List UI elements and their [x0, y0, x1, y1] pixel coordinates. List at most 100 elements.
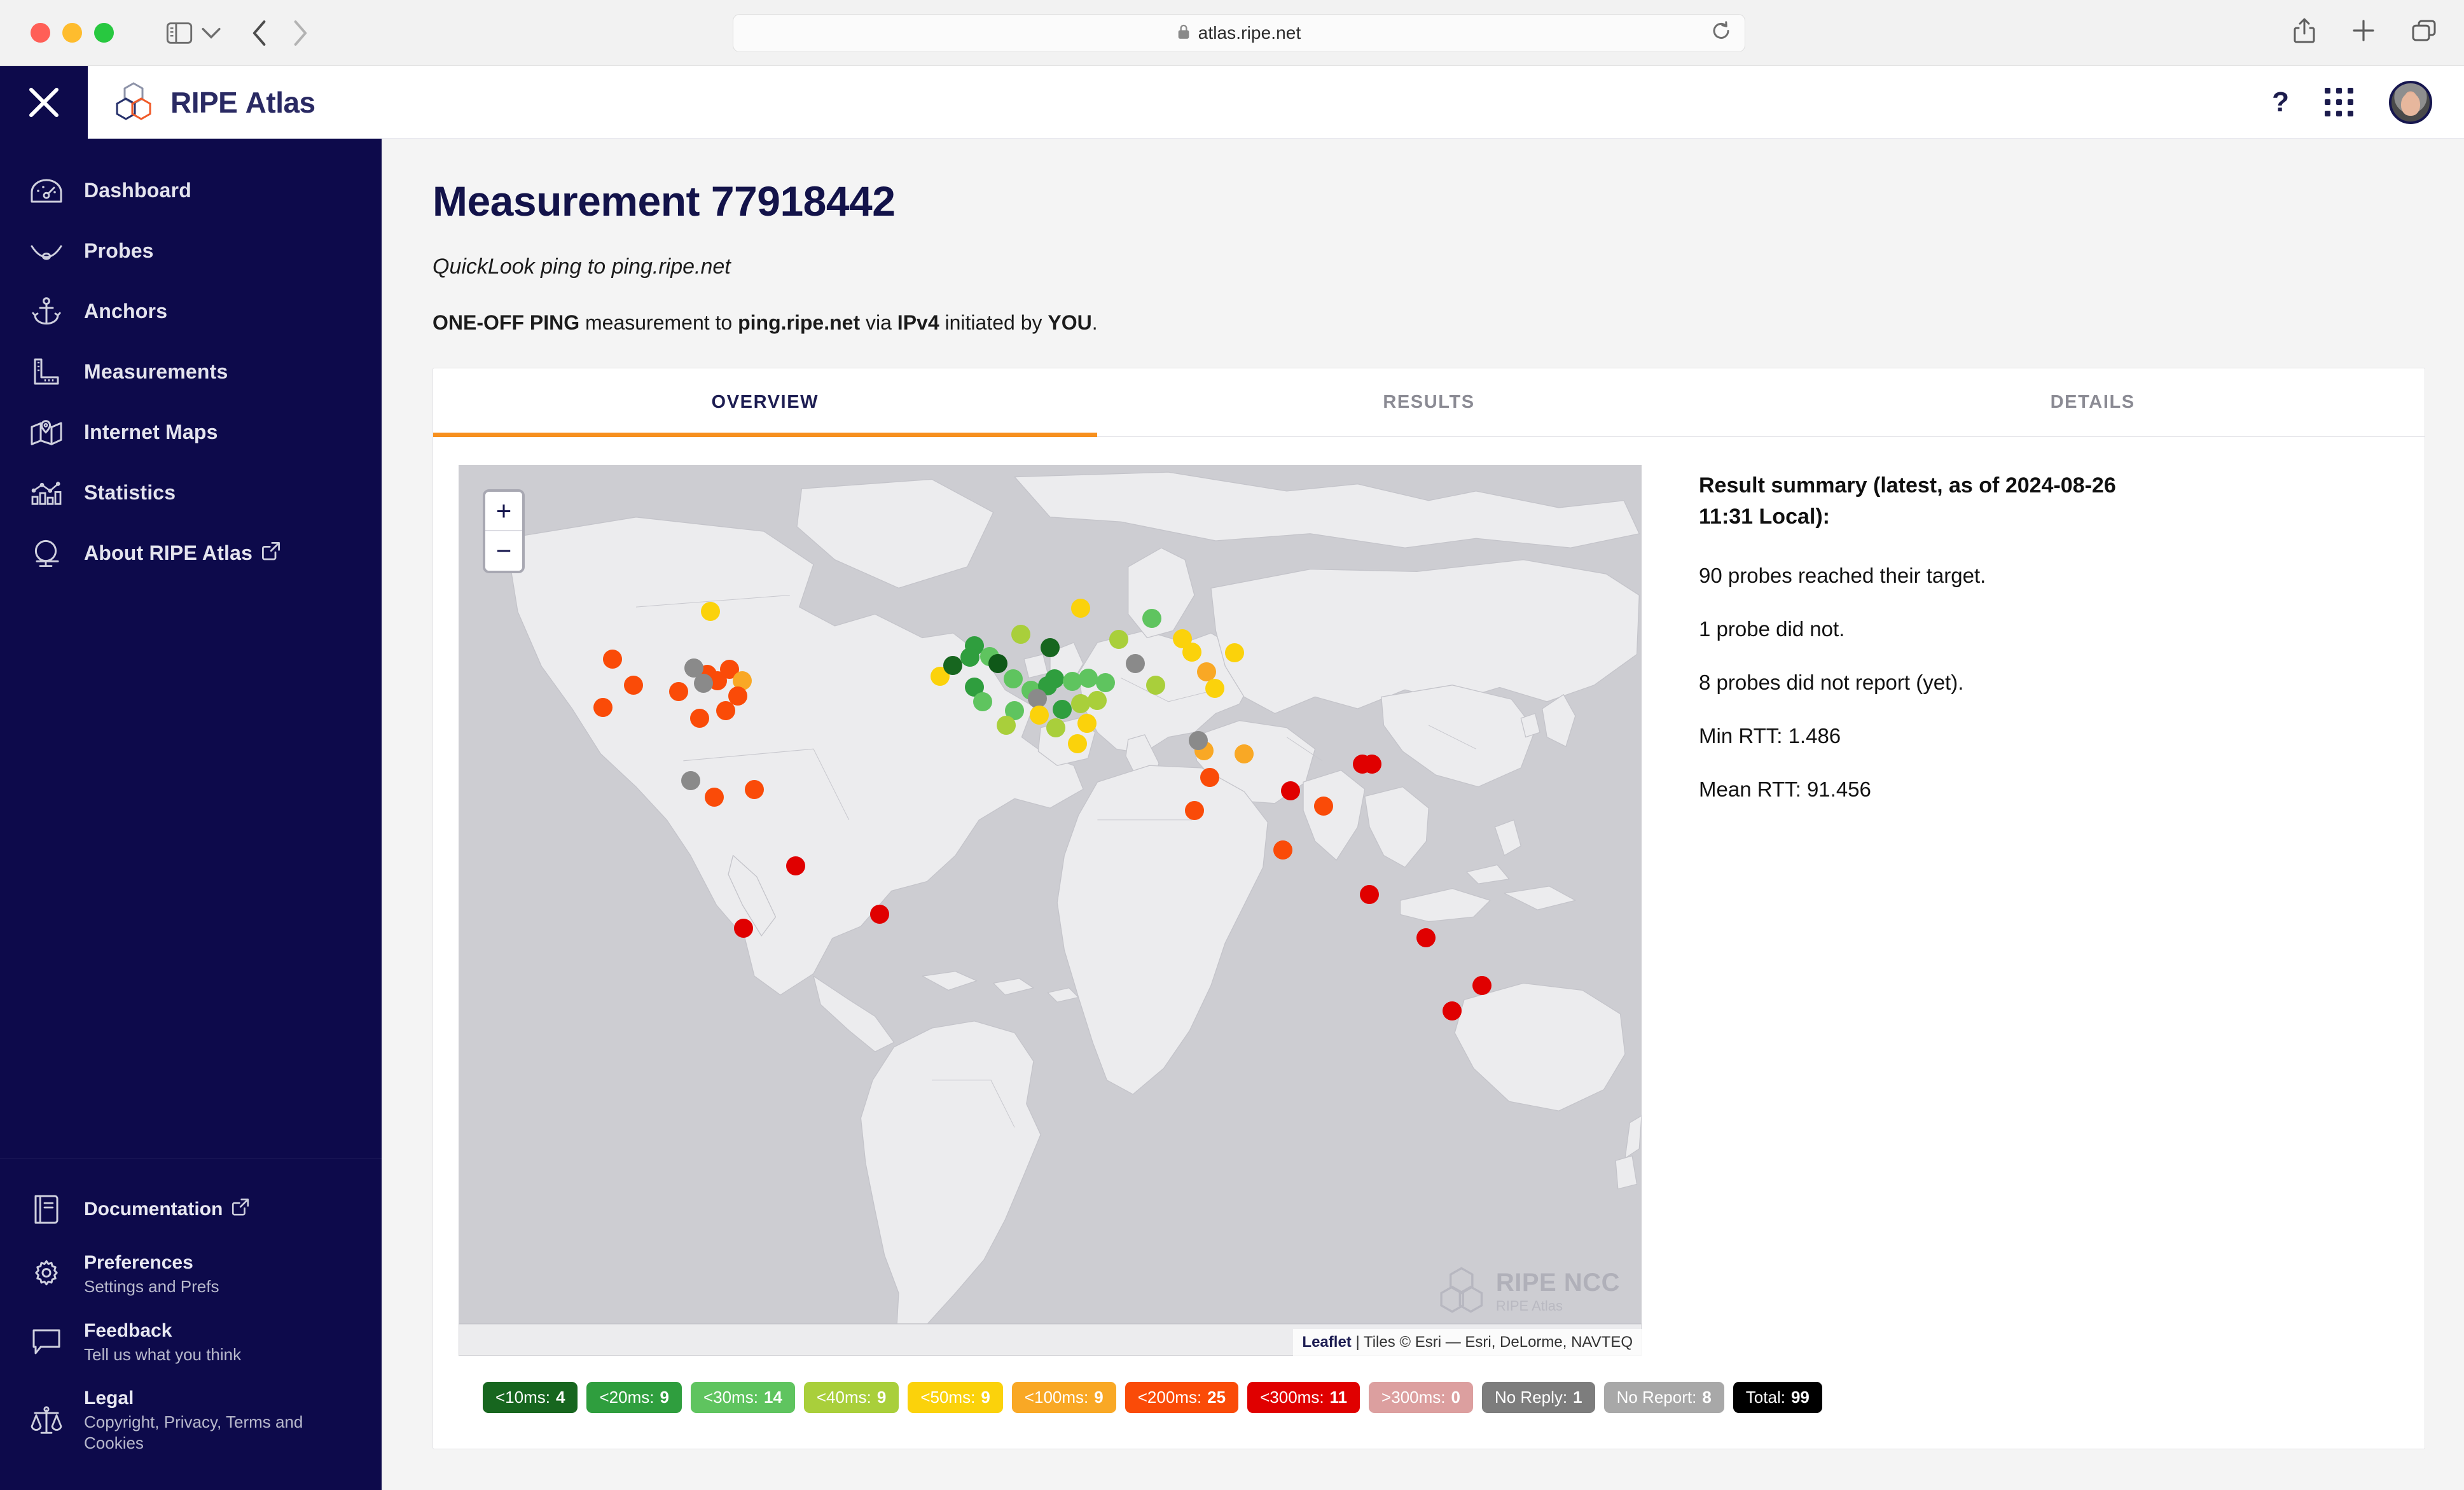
browser-forward-icon[interactable]	[292, 20, 308, 46]
plus-icon[interactable]	[2352, 19, 2375, 42]
probe-marker[interactable]	[694, 674, 714, 693]
legend-badge[interactable]: <50ms: 9	[908, 1382, 1003, 1413]
probe-marker[interactable]	[624, 675, 644, 695]
probe-marker[interactable]	[1109, 630, 1128, 650]
probe-marker[interactable]	[1004, 669, 1023, 688]
probe-marker[interactable]	[997, 715, 1016, 735]
sidebar-item-anchors[interactable]: Anchors	[0, 281, 382, 342]
probe-marker[interactable]	[668, 681, 688, 701]
probe-marker[interactable]	[988, 654, 1008, 674]
sidebar-item-dashboard[interactable]: Dashboard	[0, 160, 382, 221]
probe-marker[interactable]	[1011, 625, 1030, 644]
probe-marker[interactable]	[1041, 638, 1060, 657]
probe-marker[interactable]	[716, 701, 736, 721]
sidebar-item-internet-maps[interactable]: Internet Maps	[0, 402, 382, 463]
sidebar-item-legal[interactable]: Legal Copyright, Privacy, Terms and Cook…	[0, 1376, 382, 1465]
probe-marker[interactable]	[1188, 730, 1208, 750]
map-zoom-in-button[interactable]: +	[485, 492, 522, 531]
probe-marker[interactable]	[602, 650, 622, 669]
probe-marker[interactable]	[681, 770, 700, 790]
probe-marker[interactable]	[1142, 608, 1161, 628]
probe-marker[interactable]	[1046, 718, 1066, 737]
probe-marker[interactable]	[1078, 668, 1098, 688]
probe-marker[interactable]	[1280, 781, 1300, 801]
legend-badge[interactable]: <200ms: 25	[1125, 1382, 1239, 1413]
probe-marker[interactable]	[1184, 801, 1204, 821]
sidebar-item-preferences[interactable]: Preferences Settings and Prefs	[0, 1241, 382, 1309]
legend-badge[interactable]: <10ms: 4	[483, 1382, 578, 1413]
legend-badge[interactable]: >300ms: 0	[1369, 1382, 1473, 1413]
sidebar-toggle-icon[interactable]	[166, 22, 193, 44]
tab-results[interactable]: RESULTS	[1097, 368, 1761, 436]
legend-badge[interactable]: <300ms: 11	[1247, 1382, 1360, 1413]
probe-marker[interactable]	[1077, 714, 1097, 733]
probe-marker[interactable]	[704, 788, 724, 807]
probe-marker[interactable]	[690, 708, 710, 728]
probe-marker[interactable]	[745, 779, 764, 799]
map-zoom-out-button[interactable]: −	[485, 531, 522, 571]
probe-marker[interactable]	[593, 697, 613, 717]
sidebar-item-measurements[interactable]: Measurements	[0, 342, 382, 402]
user-avatar[interactable]	[2389, 80, 2432, 124]
sidebar-item-documentation[interactable]: Documentation	[0, 1178, 382, 1241]
maximize-window-button[interactable]	[94, 23, 114, 43]
legend-badge[interactable]: Total: 99	[1733, 1382, 1822, 1413]
probe-marker[interactable]	[1200, 768, 1220, 788]
probe-marker[interactable]	[1030, 706, 1049, 725]
grid-apps-icon[interactable]	[2325, 88, 2353, 116]
probe-marker[interactable]	[786, 856, 806, 875]
probe-marker[interactable]	[1173, 629, 1193, 648]
probe-marker[interactable]	[1052, 699, 1072, 719]
probe-marker[interactable]	[1027, 688, 1047, 708]
tabs-overview-icon[interactable]	[2412, 20, 2436, 41]
ripe-atlas-logo[interactable]: RIPE Atlas	[114, 81, 315, 123]
sidebar-item-about-ripe-atlas[interactable]: About RIPE Atlas	[0, 523, 382, 583]
sidebar-item-probes[interactable]: Probes	[0, 221, 382, 281]
probe-marker[interactable]	[972, 692, 992, 712]
probe-marker[interactable]	[960, 648, 979, 667]
probe-marker[interactable]	[1443, 1001, 1462, 1021]
probe-marker[interactable]	[1416, 928, 1436, 948]
probe-marker[interactable]	[1205, 679, 1224, 699]
probe-marker[interactable]	[870, 904, 890, 924]
sidebar-item-statistics[interactable]: Statistics	[0, 463, 382, 523]
legend-badge[interactable]: No Report: 8	[1603, 1382, 1724, 1413]
watermark-subtitle: RIPE Atlas	[1495, 1298, 1563, 1314]
probe-marker[interactable]	[1145, 675, 1165, 695]
legend-badge[interactable]: <40ms: 9	[803, 1382, 899, 1413]
probe-marker[interactable]	[1273, 840, 1293, 860]
chevron-down-icon[interactable]	[202, 27, 221, 39]
help-icon[interactable]: ?	[2272, 87, 2289, 118]
probe-marker[interactable]	[1125, 654, 1145, 674]
share-icon[interactable]	[2294, 18, 2315, 43]
tab-overview[interactable]: OVERVIEW	[433, 368, 1097, 437]
legend-badge[interactable]: <20ms: 9	[586, 1382, 682, 1413]
legend-badge[interactable]: <30ms: 14	[690, 1382, 795, 1413]
probe-marker[interactable]	[1235, 744, 1254, 763]
probe-marker[interactable]	[1472, 975, 1492, 995]
probe-marker[interactable]	[1088, 690, 1107, 710]
tab-details[interactable]: DETAILS	[1761, 368, 2425, 436]
probe-marker[interactable]	[1362, 755, 1381, 774]
probe-marker[interactable]	[1096, 672, 1116, 692]
probe-marker[interactable]	[701, 601, 721, 621]
probe-marker[interactable]	[1067, 734, 1087, 754]
sidebar-item-feedback[interactable]: Feedback Tell us what you think	[0, 1309, 382, 1377]
probe-marker[interactable]	[1225, 643, 1245, 663]
probe-world-map[interactable]: + − RIPE NCC RIPE Atlas Leaflet | Tiles …	[459, 465, 1642, 1356]
sidebar-close-button[interactable]	[0, 66, 88, 139]
probe-marker[interactable]	[1313, 797, 1333, 816]
probe-marker[interactable]	[1360, 884, 1380, 904]
leaflet-link[interactable]: Leaflet	[1302, 1333, 1351, 1351]
probe-marker[interactable]	[1071, 694, 1091, 714]
probe-marker[interactable]	[734, 919, 754, 938]
reload-icon[interactable]	[1712, 21, 1731, 45]
close-window-button[interactable]	[31, 23, 50, 43]
legend-badge[interactable]: <100ms: 9	[1011, 1382, 1116, 1413]
probe-marker[interactable]	[1196, 662, 1216, 681]
address-bar[interactable]: atlas.ripe.net	[733, 14, 1745, 52]
probe-marker[interactable]	[1071, 599, 1091, 618]
legend-badge[interactable]: No Reply: 1	[1481, 1382, 1595, 1413]
browser-back-icon[interactable]	[251, 20, 268, 46]
minimize-window-button[interactable]	[62, 23, 82, 43]
